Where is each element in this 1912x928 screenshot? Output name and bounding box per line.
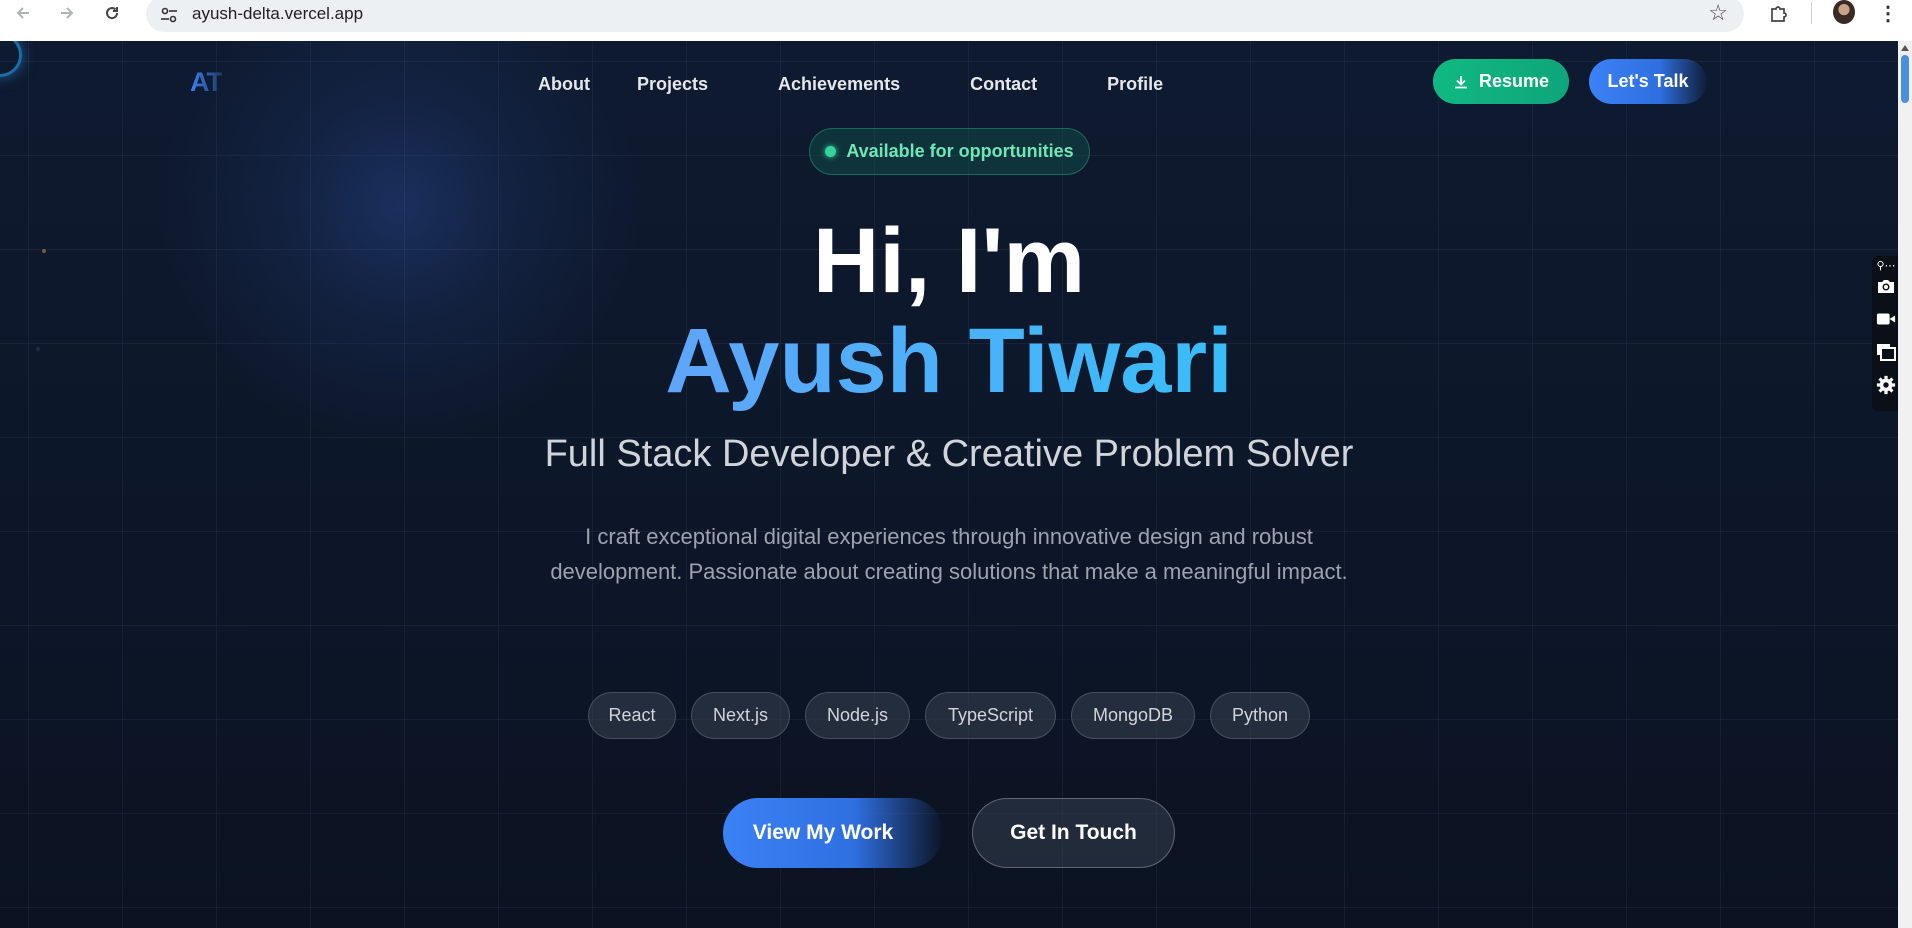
scrollbar-thumb[interactable] xyxy=(1901,55,1909,103)
hero-subtitle: Full Stack Developer & Creative Problem … xyxy=(544,433,1354,475)
camera-icon[interactable] xyxy=(1876,276,1896,296)
capture-toolbar: ⚲⋯ xyxy=(1872,256,1898,411)
status-dot-icon xyxy=(825,146,837,157)
description-line-2: development. Passionate about creating s… xyxy=(550,559,1348,584)
skill-chip-python: Python xyxy=(1210,692,1310,739)
scroll-up-arrow-icon[interactable] xyxy=(1901,45,1909,51)
skill-chip-typescript: TypeScript xyxy=(925,692,1056,739)
page-viewport: AT About Projects Achievements Contact P… xyxy=(0,41,1898,928)
nav-link-profile[interactable]: Profile xyxy=(1107,74,1163,95)
site-logo[interactable]: AT xyxy=(190,67,223,98)
forward-icon[interactable] xyxy=(52,0,82,26)
page-scrollbar[interactable] xyxy=(1898,41,1912,928)
lets-talk-label: Let's Talk xyxy=(1607,71,1689,91)
browser-toolbar: ayush-delta.vercel.app ☆ ⋮ xyxy=(0,0,1912,41)
bookmark-star-icon[interactable]: ☆ xyxy=(1708,0,1728,26)
availability-badge: Available for opportunities xyxy=(809,128,1090,175)
nav-link-achievements[interactable]: Achievements xyxy=(778,74,900,95)
skill-chips: React Next.js Node.js TypeScript MongoDB… xyxy=(588,692,1310,739)
download-icon xyxy=(1454,75,1467,88)
skill-chip-react: React xyxy=(588,692,676,739)
pin-icon[interactable]: ⚲⋯ xyxy=(1876,258,1896,272)
view-my-work-button[interactable]: View My Work xyxy=(723,798,943,868)
description-line-1: I craft exceptional digital experiences … xyxy=(585,524,1313,549)
extensions-puzzle-icon[interactable] xyxy=(1764,0,1794,26)
site-nav: About Projects Achievements Contact Prof… xyxy=(538,74,1163,95)
address-bar[interactable]: ayush-delta.vercel.app ☆ xyxy=(146,0,1744,32)
hero-description: I craft exceptional digital experiences … xyxy=(440,519,1458,589)
reload-icon[interactable] xyxy=(97,0,127,26)
skill-chip-mongodb: MongoDB xyxy=(1071,692,1195,739)
skill-chip-nodejs: Node.js xyxy=(805,692,910,739)
toolbar-divider xyxy=(1811,2,1812,24)
skill-chip-nextjs: Next.js xyxy=(691,692,790,739)
hero-name: Ayush Tiwari xyxy=(0,313,1898,409)
nav-link-about[interactable]: About xyxy=(538,74,590,95)
hero-name-text: Ayush Tiwari xyxy=(665,310,1233,412)
lets-talk-button[interactable]: Let's Talk xyxy=(1589,59,1707,104)
windows-icon[interactable] xyxy=(1876,342,1896,362)
more-vert-icon[interactable]: ⋮ xyxy=(1878,0,1898,26)
gear-icon[interactable] xyxy=(1876,375,1896,395)
hero-greeting: Hi, I'm xyxy=(812,210,1086,312)
back-icon[interactable] xyxy=(8,0,38,26)
get-in-touch-button[interactable]: Get In Touch xyxy=(972,798,1175,868)
profile-avatar[interactable] xyxy=(1833,0,1855,24)
resume-button-label: Resume xyxy=(1478,71,1550,91)
url-text[interactable]: ayush-delta.vercel.app xyxy=(192,4,363,24)
nav-link-projects[interactable]: Projects xyxy=(637,74,708,95)
site-info-icon[interactable] xyxy=(158,4,180,26)
availability-text: Available for opportunities xyxy=(846,141,1074,161)
nav-link-contact[interactable]: Contact xyxy=(970,74,1037,95)
resume-button[interactable]: Resume xyxy=(1433,59,1569,104)
video-icon[interactable] xyxy=(1876,309,1896,329)
